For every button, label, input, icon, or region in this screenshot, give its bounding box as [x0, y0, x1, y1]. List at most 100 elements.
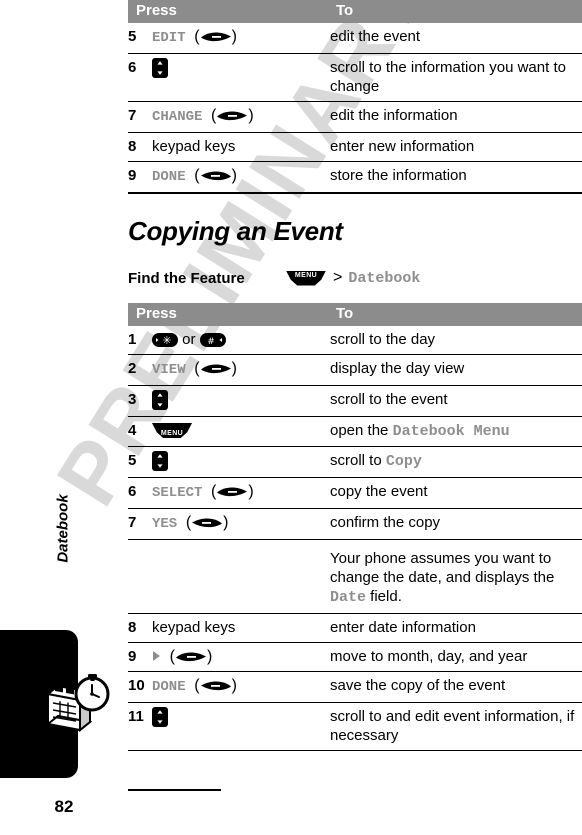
scroll-key-icon[interactable] — [152, 707, 168, 727]
left-soft-key-icon[interactable] — [200, 168, 232, 181]
paren-open: ( — [189, 360, 200, 377]
right-soft-key-icon[interactable] — [200, 29, 232, 42]
page-content: Press To 5 EDIT () edit the event 6 scro… — [128, 0, 582, 835]
star-key-icon[interactable]: ✳ — [152, 333, 178, 347]
step-number: 6 — [128, 477, 152, 509]
softkey-label: SELECT — [152, 485, 203, 501]
menu-key-icon[interactable]: MENU — [152, 423, 192, 438]
paren-open: ( — [206, 483, 217, 500]
feature-path: Datebook — [348, 269, 421, 287]
screen-text: Copy — [385, 453, 422, 470]
step-press-spacer — [152, 539, 330, 614]
paren-close: ) — [248, 483, 254, 500]
step-description: scroll to Copy — [330, 446, 582, 478]
step-description: scroll to the information you want to ch… — [330, 53, 582, 102]
paren-close: ) — [231, 28, 237, 45]
step-number: 7 — [128, 101, 152, 133]
right-soft-key-icon[interactable] — [216, 108, 248, 121]
step-number: 9 — [128, 642, 152, 672]
table-row: 1 ✳ or # scroll to the day — [128, 326, 582, 355]
menu-key-label: MENU — [294, 271, 318, 279]
column-header-to: To — [330, 303, 582, 326]
step-press: VIEW () — [152, 354, 330, 386]
step-number: 7 — [128, 508, 152, 540]
right-arrow-icon — [152, 648, 161, 661]
step-description: open the Datebook Menu — [330, 416, 582, 447]
step-number: 3 — [128, 385, 152, 417]
step-number: 8 — [128, 613, 152, 643]
paren-close: ) — [223, 514, 229, 531]
step-number: 5 — [128, 446, 152, 478]
step-description-text: open the — [330, 422, 393, 439]
table-header-row: Press To — [128, 0, 582, 23]
step-press: MENU — [152, 416, 330, 447]
step-press: DONE () — [152, 671, 330, 703]
step-press: CHANGE () — [152, 101, 330, 133]
paren-close: ) — [248, 107, 254, 124]
scroll-key-icon[interactable] — [152, 58, 168, 78]
column-header-to: To — [330, 0, 582, 23]
step-description: scroll to the day — [330, 331, 436, 348]
menu-key-label: MENU — [160, 430, 184, 437]
step-press — [152, 446, 330, 478]
paren-close: ) — [231, 360, 237, 377]
paren-close: ) — [231, 677, 237, 694]
step-description: edit the information — [330, 101, 582, 133]
column-header-press: Press — [128, 303, 330, 326]
step-number: 10 — [128, 671, 152, 703]
step-description: enter date information — [330, 613, 582, 643]
left-soft-key-icon[interactable] — [191, 515, 223, 528]
svg-text:#: # — [207, 337, 215, 347]
step-number: 2 — [128, 354, 152, 386]
step-description-text: scroll to — [330, 452, 386, 469]
table-row: 4 MENU open the Datebook Menu — [128, 416, 582, 447]
softkey-label: VIEW — [152, 362, 186, 378]
table-row: 11 scroll to and edit event information,… — [128, 702, 582, 750]
step-description: scroll to and edit event information, if… — [330, 702, 582, 750]
step-number: 5 — [128, 28, 137, 45]
step-press: SELECT () — [152, 477, 330, 509]
step-press: YES () — [152, 508, 330, 540]
table-row: 5 EDIT () edit the event — [128, 23, 582, 54]
step-press: keypad keys — [152, 132, 330, 162]
step-description: save the copy of the event — [330, 671, 582, 703]
table-row: 5 scroll to Copy — [128, 446, 582, 478]
pound-key-icon[interactable]: # — [199, 333, 226, 347]
step-description: enter new information — [330, 132, 582, 162]
softkey-label: DONE — [152, 679, 186, 695]
or-text: or — [182, 331, 196, 348]
svg-text:✳: ✳ — [162, 334, 171, 347]
scroll-key-icon[interactable] — [152, 451, 168, 471]
softkey-label: CHANGE — [152, 109, 203, 125]
datebook-stopwatch-icon — [44, 672, 112, 734]
table-row: 10 DONE () save the copy of the event — [128, 671, 582, 703]
right-soft-key-icon[interactable] — [216, 484, 248, 497]
table-row: 3 scroll to the event — [128, 385, 582, 417]
left-soft-key-icon[interactable] — [200, 678, 232, 691]
right-soft-key-icon[interactable] — [175, 649, 207, 662]
step-number: 8 — [128, 132, 152, 162]
paren-open: ( — [165, 648, 175, 665]
paren-open: ( — [206, 107, 217, 124]
step-description: move to month, day, and year — [330, 642, 582, 672]
step-press: () — [152, 642, 330, 672]
step-note: Your phone assumes you want to change th… — [330, 539, 582, 614]
table-row: 6 SELECT () copy the event — [128, 477, 582, 509]
menu-key-icon[interactable]: MENU — [286, 270, 326, 286]
scroll-key-icon[interactable] — [152, 390, 168, 410]
step-description: edit the event — [330, 28, 421, 45]
step-press: keypad keys — [152, 613, 330, 643]
step-note-text: Your phone assumes you want to change th… — [330, 550, 555, 586]
procedure-table-continuation: Press To 5 EDIT () edit the event 6 scro… — [128, 0, 582, 192]
step-description: confirm the copy — [330, 508, 582, 540]
table-row: 7 CHANGE () edit the information — [128, 101, 582, 133]
step-number: 4 — [128, 416, 152, 447]
step-press — [152, 53, 330, 102]
screen-text: Date — [330, 589, 367, 606]
page-number: 82 — [54, 797, 74, 816]
paren-close: ) — [206, 648, 213, 665]
table-row: 7 YES () confirm the copy — [128, 508, 582, 540]
right-soft-key-icon[interactable] — [200, 361, 232, 374]
step-press — [152, 702, 330, 750]
softkey-label: YES — [152, 516, 178, 532]
